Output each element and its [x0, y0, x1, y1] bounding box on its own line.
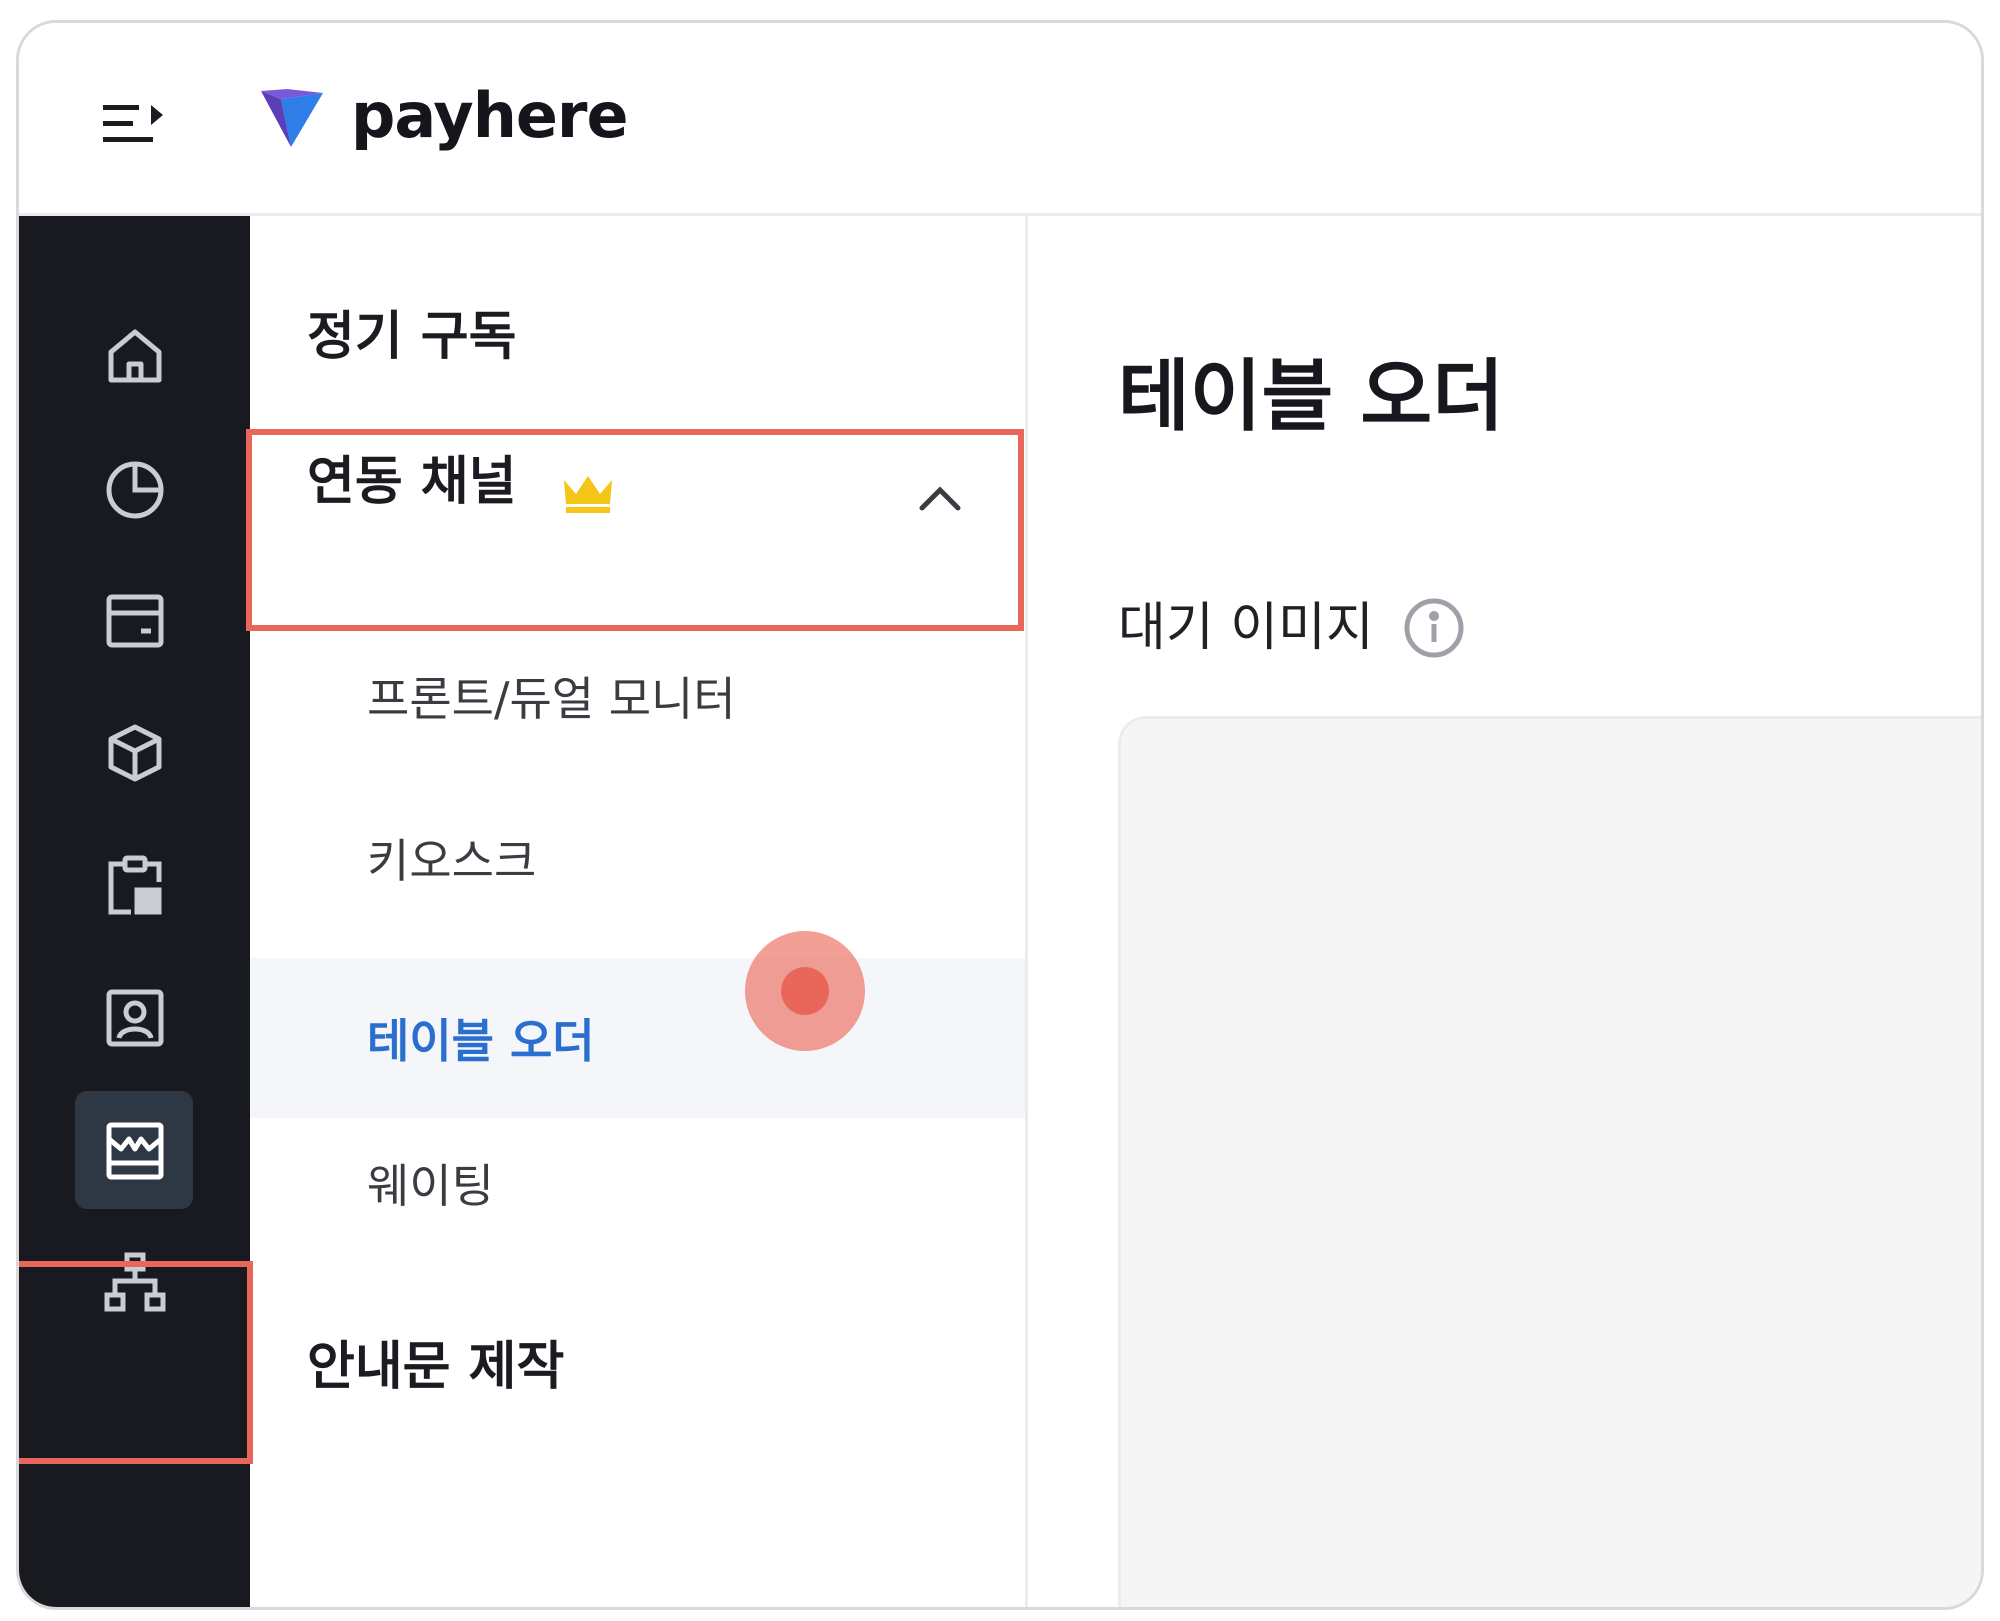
page-title: 테이블 오더	[1118, 352, 1504, 442]
rail-item-payments[interactable]	[67, 561, 203, 681]
brand-logo[interactable]: payhere	[257, 79, 629, 152]
image-upload-area[interactable]	[1118, 716, 1981, 1607]
submenu-item-label: 웨이팅	[367, 1159, 494, 1213]
app-window: payhere 정기 구독 연동 채널 프론트/듀얼 모니터 키오스크 테이블 …	[16, 20, 1984, 1610]
menu-collapse-icon	[103, 105, 163, 142]
menu-toggle-button[interactable]	[99, 87, 171, 159]
section-notice[interactable]: 안내문 제작	[307, 1341, 564, 1393]
card-icon	[106, 594, 164, 648]
submenu-item-front-dual-monitor[interactable]: 프론트/듀얼 모니터	[250, 636, 1025, 756]
rail-item-home[interactable]	[67, 296, 203, 416]
rail-item-analytics[interactable]	[67, 428, 203, 548]
contact-icon	[106, 989, 164, 1047]
icon-rail	[19, 216, 250, 1607]
rail-item-products[interactable]	[67, 693, 203, 813]
section-subscription[interactable]: 정기 구독	[307, 311, 516, 363]
box-icon	[108, 724, 162, 782]
home-icon	[108, 329, 162, 383]
payhere-logo-icon	[261, 89, 323, 147]
info-icon[interactable]	[1402, 596, 1466, 660]
rail-item-orders[interactable]	[67, 826, 203, 946]
submenu-item-waiting[interactable]: 웨이팅	[250, 1123, 1025, 1243]
submenu-item-label: 키오스크	[367, 834, 537, 888]
rail-item-customers[interactable]	[67, 958, 203, 1078]
submenu-item-kiosk[interactable]: 키오스크	[250, 798, 1025, 918]
submenu-item-label: 프론트/듀얼 모니터	[367, 672, 736, 726]
submenu-item-label: 테이블 오더	[367, 1014, 595, 1068]
top-bar: payhere	[19, 23, 1981, 216]
store-icon	[106, 1122, 164, 1180]
brand-name: payhere	[351, 79, 629, 152]
sub-navigation: 정기 구독 연동 채널 프론트/듀얼 모니터 키오스크 테이블 오더 웨이팅 안…	[250, 216, 1028, 1607]
clipboard-icon	[108, 855, 162, 915]
chevron-up-icon[interactable]	[918, 484, 962, 512]
sitemap-icon	[104, 1252, 166, 1312]
rail-item-store[interactable]	[67, 1091, 203, 1211]
section-channels-label: 연동 채널	[307, 452, 517, 512]
rail-item-network[interactable]	[67, 1223, 203, 1343]
waiting-image-field: 대기 이미지	[1118, 596, 1466, 660]
crown-icon	[564, 476, 612, 513]
field-label: 대기 이미지	[1118, 598, 1374, 658]
submenu-item-table-order[interactable]: 테이블 오더	[250, 958, 1025, 1118]
main-content: 테이블 오더 대기 이미지	[1028, 216, 1981, 1607]
section-channels[interactable]: 연동 채널	[250, 386, 1025, 576]
pie-chart-icon	[106, 461, 164, 519]
